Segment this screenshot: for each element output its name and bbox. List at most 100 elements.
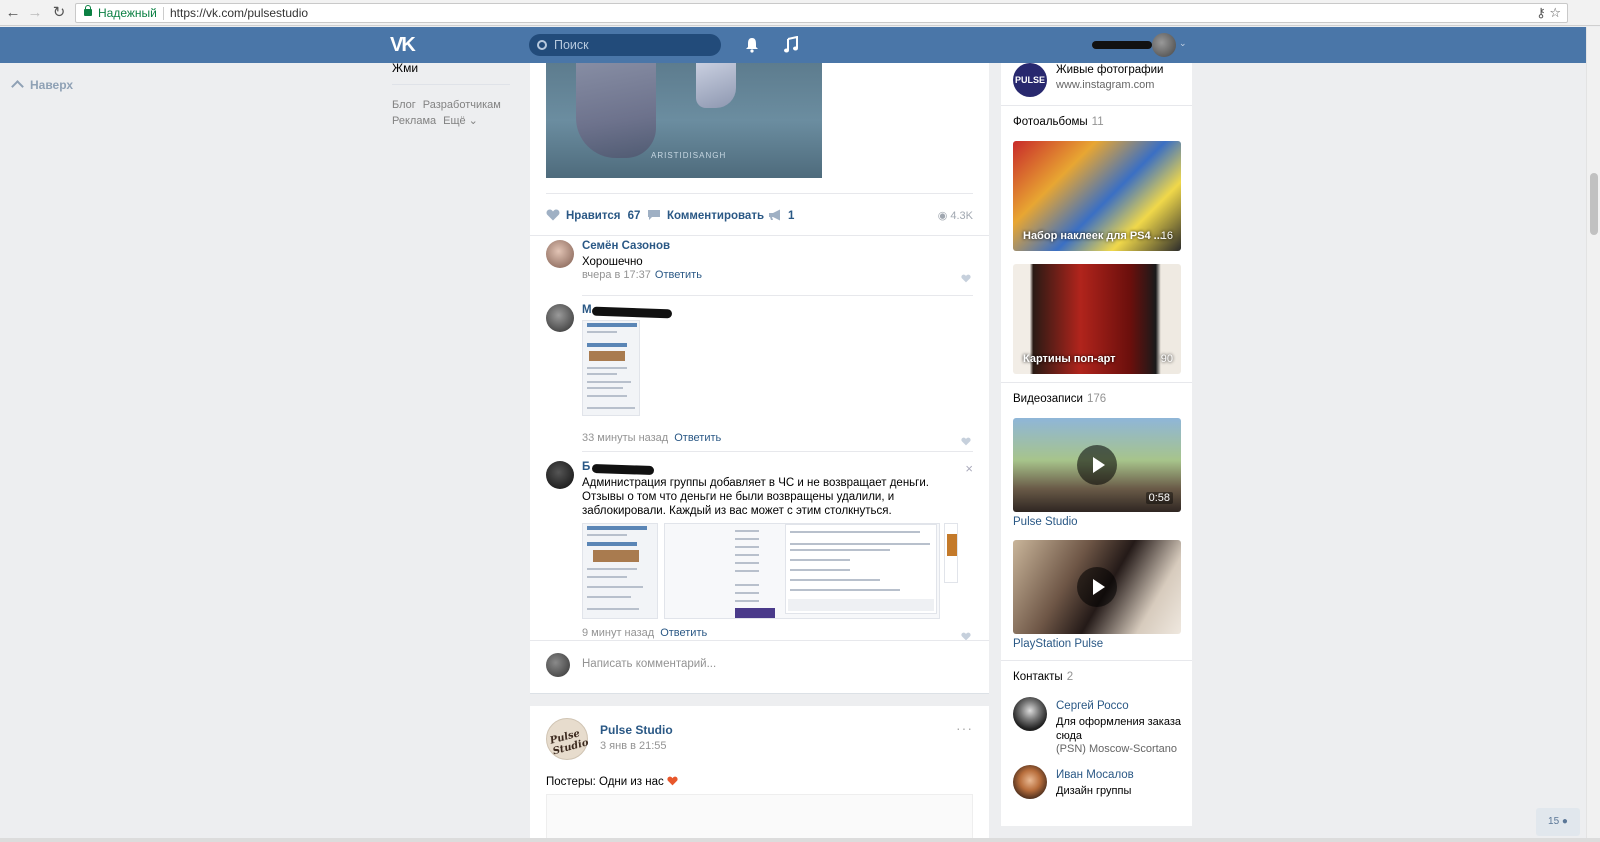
thumb-box <box>947 534 957 556</box>
footer-link-blog[interactable]: Блог <box>392 99 416 111</box>
chevron-up-icon <box>11 80 24 93</box>
views-counter: ◉ 4.3K <box>938 209 973 222</box>
left-menu-item[interactable]: Жми <box>392 61 418 75</box>
comment-input[interactable]: Написать комментарий... <box>582 658 716 670</box>
album-count: 90 <box>1160 353 1173 365</box>
video-card[interactable] <box>1013 540 1181 634</box>
albums-header[interactable]: Фотоальбомы 11 <box>1013 116 1104 128</box>
thumb-line <box>790 559 850 561</box>
post-card: ARISTIDISANGH Нравится 67 Комментировать… <box>530 63 989 694</box>
avatar[interactable] <box>546 240 574 268</box>
comment-author[interactable]: Б <box>582 461 590 473</box>
bell-icon[interactable] <box>745 37 759 53</box>
key-and-star-icons[interactable]: ⚷ ☆ <box>1536 4 1561 22</box>
footer-link-ads[interactable]: Реклама <box>392 115 436 127</box>
page-scrollbar[interactable] <box>1586 27 1600 842</box>
post-image[interactable]: ARISTIDISANGH <box>546 63 822 178</box>
footer-link-developers[interactable]: Разработчикам <box>423 99 501 111</box>
comment-icon <box>648 210 660 220</box>
back-arrow-icon[interactable]: ← <box>4 4 22 22</box>
thumb-line <box>790 549 890 551</box>
close-icon[interactable]: × <box>965 461 973 476</box>
redacted-username <box>1092 41 1152 49</box>
comment-attachment-image[interactable] <box>664 523 940 619</box>
post-card: Pulse Studio Pulse Studio 3 янв в 21:55 … <box>530 706 989 842</box>
like-button[interactable]: Нравится 67 <box>546 209 640 222</box>
thumb-line <box>735 538 759 540</box>
videos-header[interactable]: Видеозаписи 176 <box>1013 393 1106 405</box>
scrollbar-thumb[interactable] <box>1590 173 1598 235</box>
comment-like-icon[interactable] <box>961 274 971 283</box>
video-card[interactable]: 0:58 <box>1013 418 1181 512</box>
thumb-line <box>587 608 639 610</box>
new-comment-box[interactable]: Написать комментарий... <box>530 640 989 694</box>
scroll-up-link[interactable]: Наверх <box>11 78 73 93</box>
reply-link[interactable]: Ответить <box>655 269 702 281</box>
user-menu[interactable]: ⌄ <box>1092 33 1187 57</box>
comment-button[interactable]: Комментировать <box>647 209 764 222</box>
avatar[interactable] <box>1013 765 1047 799</box>
comment-attachment-image[interactable] <box>582 320 640 416</box>
comment-label: Комментировать <box>667 210 765 222</box>
vk-logo[interactable]: VK <box>390 35 420 55</box>
contact-name[interactable]: Иван Мосалов <box>1056 769 1134 781</box>
play-icon[interactable] <box>1077 567 1117 607</box>
forward-arrow-icon[interactable]: → <box>26 4 44 22</box>
comment-item: Семён Сазонов Хорошечно вчера в 17:37 Отв… <box>546 240 973 288</box>
post-author[interactable]: Pulse Studio <box>600 723 673 737</box>
music-icon[interactable] <box>783 36 799 54</box>
album-card[interactable]: Набор наклеек для PS4 ... 16 <box>1013 141 1181 251</box>
comment-attachment-image[interactable] <box>582 523 658 619</box>
search-input[interactable]: Поиск <box>529 34 721 56</box>
avatar[interactable] <box>546 461 574 489</box>
divider <box>530 235 989 236</box>
thumb-line <box>587 395 627 397</box>
redacted-author-name <box>591 463 655 476</box>
video-title[interactable]: Pulse Studio <box>1013 516 1078 528</box>
friends-online-button[interactable]: 15 ● <box>1536 808 1580 836</box>
contacts-header[interactable]: Контакты 2 <box>1013 671 1073 683</box>
thumb-line <box>790 569 850 571</box>
comment-item: М 33 минуты назад Ответить <box>546 304 973 454</box>
heart-emoji-icon <box>667 776 678 786</box>
comment-text: Хорошечно <box>582 256 643 268</box>
comment-meta: 33 минуты назад Ответить <box>582 432 721 444</box>
like-label: Нравится <box>566 210 621 222</box>
avatar[interactable] <box>546 304 574 332</box>
reply-link[interactable]: Ответить <box>660 627 707 639</box>
divider <box>1001 660 1192 661</box>
reload-icon[interactable]: ↻ <box>50 4 68 22</box>
contact-name[interactable]: Сергей Россо <box>1056 700 1129 712</box>
divider <box>582 451 973 452</box>
more-options-icon[interactable]: ··· <box>956 720 973 736</box>
comment-attachment-image[interactable] <box>944 523 958 583</box>
window-bottom-edge <box>0 838 1600 842</box>
link-logo: PULSE <box>1013 63 1047 97</box>
link-block[interactable]: PULSE Живые фотографии www.instagram.com <box>1001 63 1192 103</box>
comment-author[interactable]: Семён Сазонов <box>582 240 670 252</box>
album-card[interactable]: Картины поп-арт 90 <box>1013 264 1181 374</box>
video-title[interactable]: PlayStation Pulse <box>1013 638 1103 650</box>
thumb-highlight <box>788 599 934 611</box>
reply-link[interactable]: Ответить <box>674 432 721 444</box>
avatar[interactable]: Pulse Studio <box>546 718 590 760</box>
divider <box>546 193 973 194</box>
avatar[interactable] <box>1013 697 1047 731</box>
share-button[interactable]: 1 <box>768 209 794 222</box>
videos-count: 176 <box>1086 393 1107 405</box>
like-count: 67 <box>627 210 641 222</box>
comment-item: Б × Администрация группы добавляет в ЧС … <box>546 461 973 641</box>
address-bar[interactable]: Надежный https://vk.com/pulsestudio ⚷ ☆ <box>75 3 1568 23</box>
link-title[interactable]: Живые фотографии <box>1056 64 1163 76</box>
post-image[interactable] <box>546 794 973 842</box>
avatar-logo-text: Pulse Studio <box>548 728 590 758</box>
url-text[interactable]: https://vk.com/pulsestudio <box>170 4 308 22</box>
post-date[interactable]: 3 янв в 21:55 <box>600 740 667 752</box>
comment-author[interactable]: М <box>582 304 592 316</box>
thumb-line <box>587 367 627 369</box>
footer-link-more[interactable]: Ещё ⌄ <box>443 115 478 127</box>
play-icon[interactable] <box>1077 445 1117 485</box>
image-figure <box>696 63 736 108</box>
thumb-line <box>790 589 900 591</box>
comment-like-icon[interactable] <box>961 437 971 446</box>
